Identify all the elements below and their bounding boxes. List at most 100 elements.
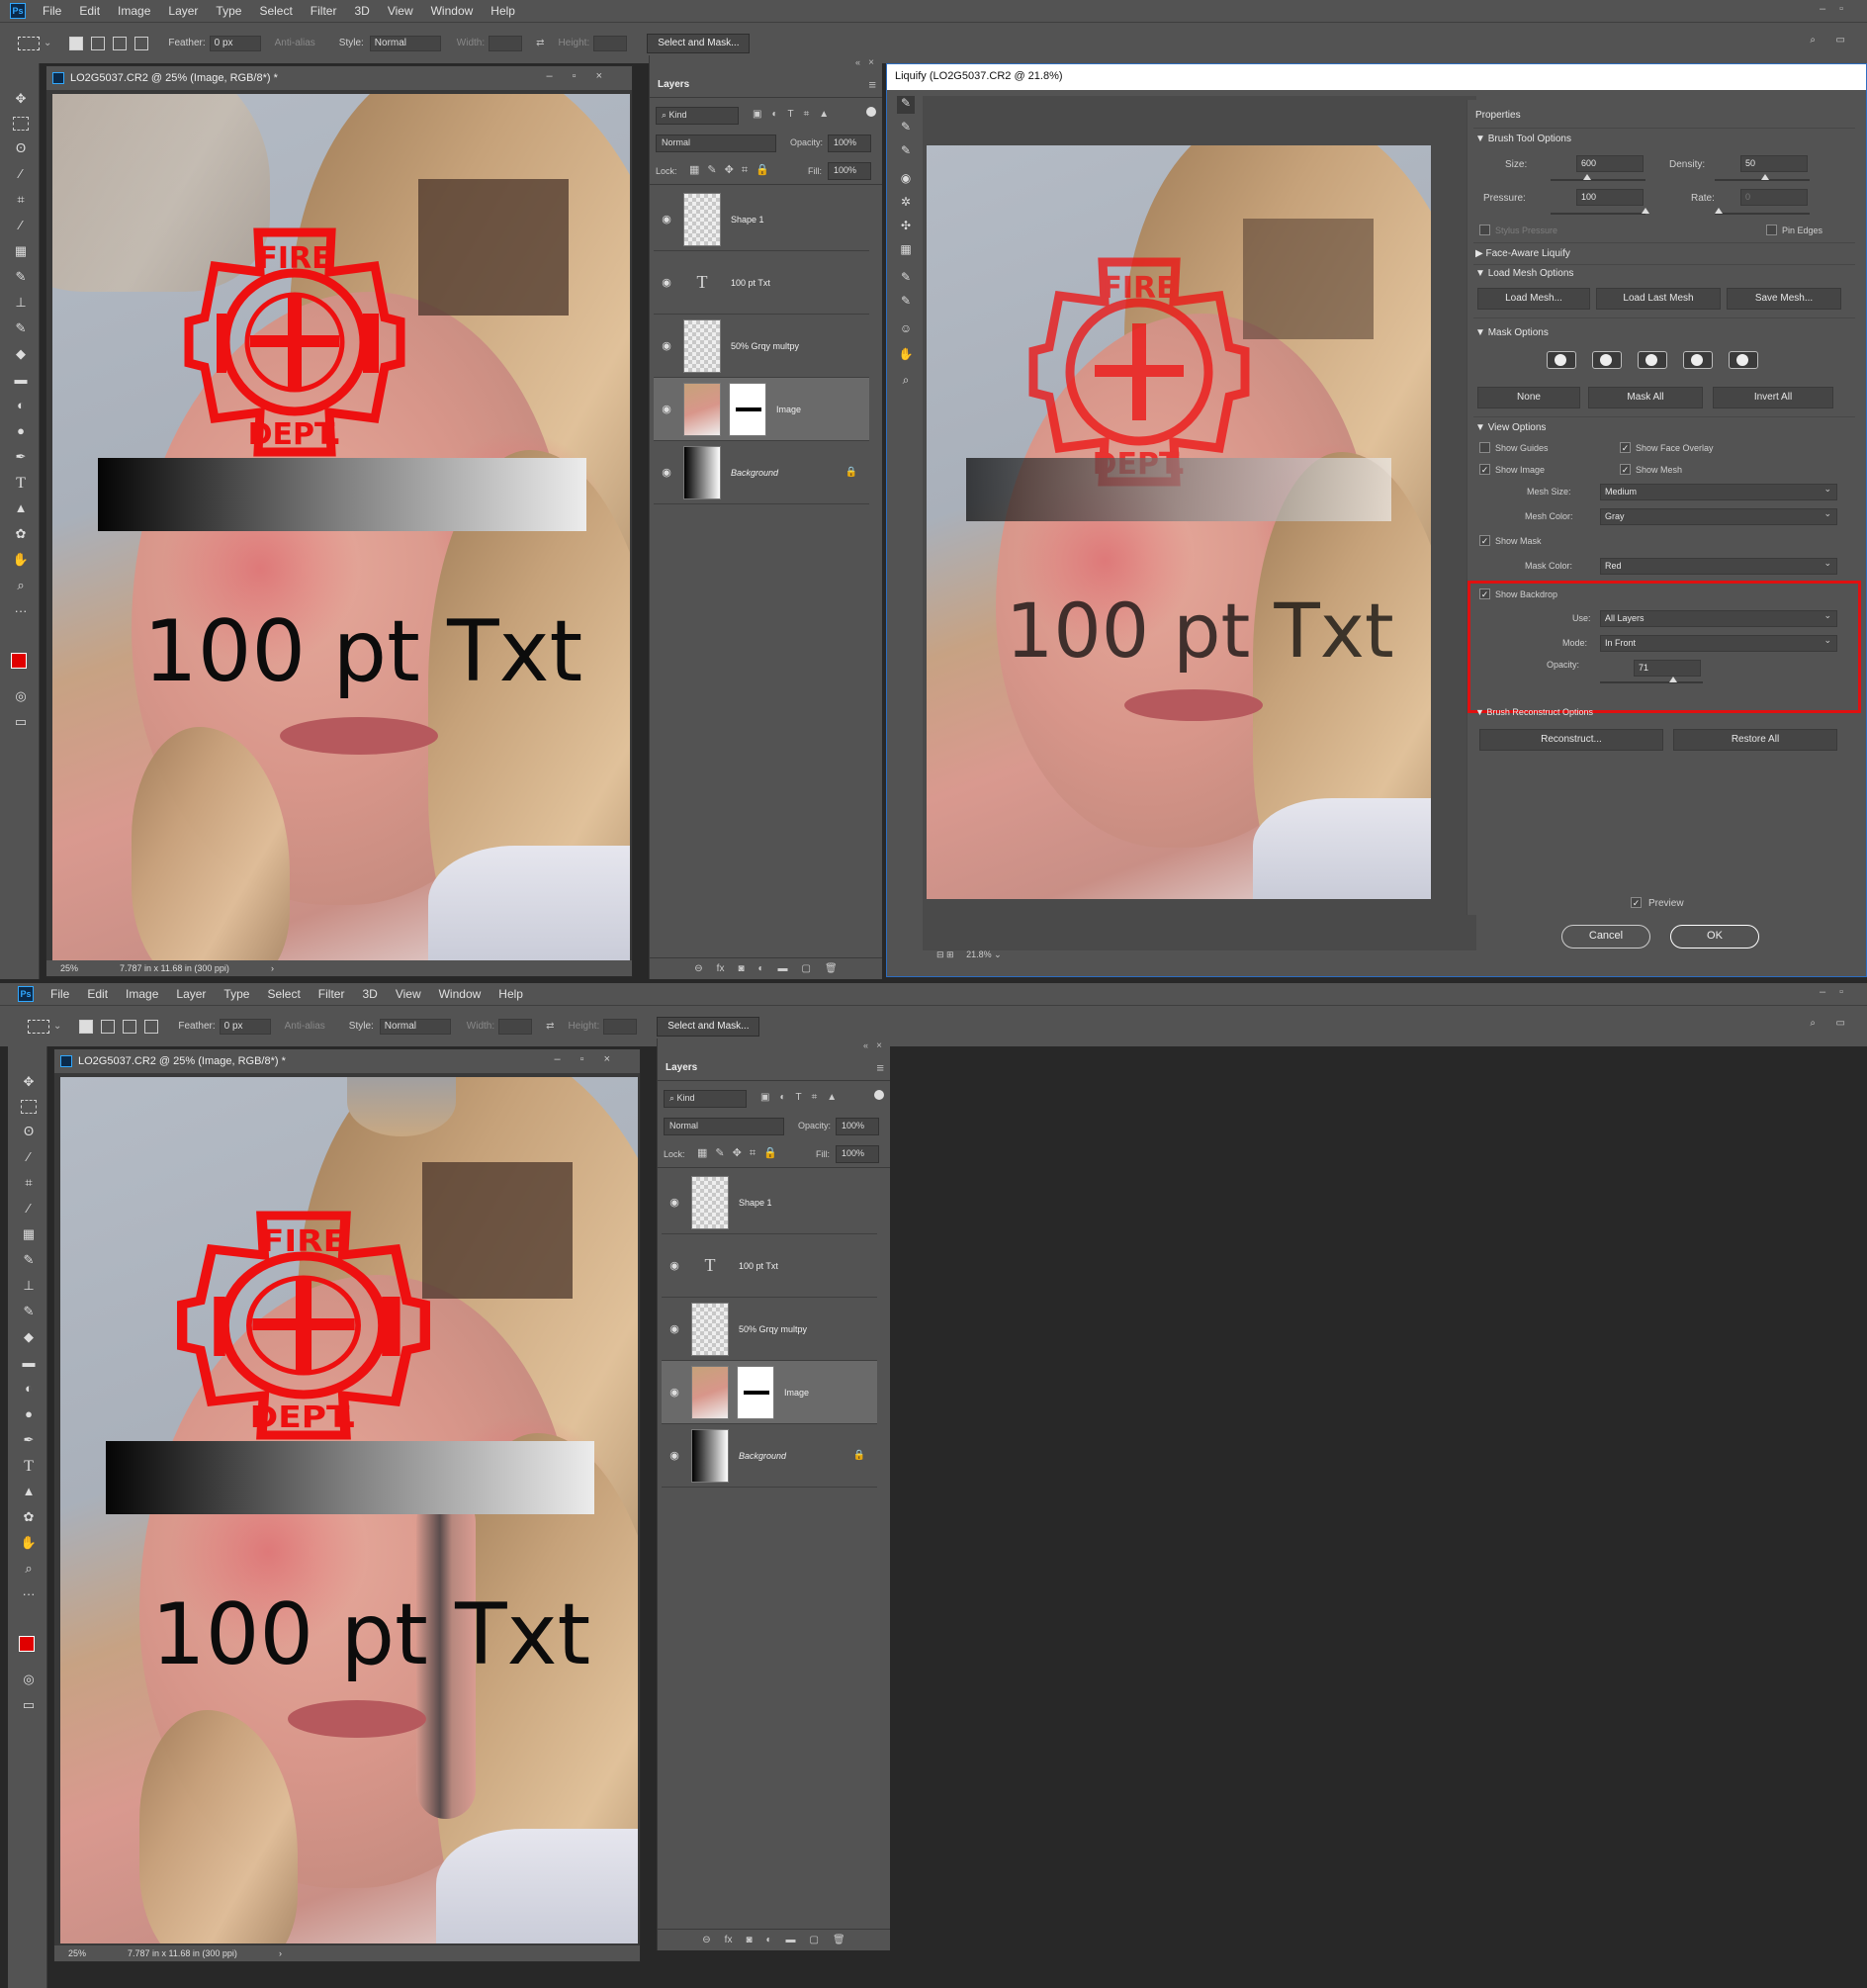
screen-mode-icon[interactable]: ▭ <box>10 714 32 734</box>
stamp-tool-icon[interactable]: ⊥ <box>10 295 32 315</box>
layer-text[interactable]: ◉ T 100 pt Txt <box>654 251 869 315</box>
backdrop-opacity-slider[interactable] <box>1600 677 1703 683</box>
swap-icon[interactable]: ⇄ <box>546 1021 554 1032</box>
add-selection-icon[interactable] <box>91 36 106 50</box>
add-mask-icon[interactable]: ◙ <box>738 963 744 974</box>
layer-gray-multiply[interactable]: ◉ 50% Grqy multpy <box>654 315 869 378</box>
gradient-tool-icon[interactable]: ▬ <box>18 1355 40 1375</box>
size-slider[interactable] <box>1551 174 1645 181</box>
window-controls[interactable]: –▫ <box>1820 986 1857 998</box>
shape-tool-icon[interactable]: ✿ <box>10 526 32 546</box>
move-tool-icon[interactable]: ✥ <box>18 1074 40 1094</box>
kind-filter[interactable]: ⌕ Kind <box>664 1090 747 1108</box>
load-last-mesh-button[interactable]: Load Last Mesh <box>1596 288 1721 310</box>
blur-tool-icon[interactable]: ◐ <box>10 398 32 417</box>
visibility-eye-icon[interactable]: ◉ <box>654 213 679 226</box>
brush-reconstruct-heading[interactable]: ▼ Brush Reconstruct Options <box>1475 707 1593 717</box>
menu-edit[interactable]: Edit <box>78 987 117 1001</box>
fill-input[interactable]: 100% <box>836 1145 879 1163</box>
liquify-preview-area[interactable]: FIRE DEPT. 100 pt Txt <box>923 96 1476 950</box>
restore-all-button[interactable]: Restore All <box>1673 729 1837 751</box>
pressure-input[interactable]: 100 <box>1576 189 1644 206</box>
path-select-icon[interactable]: ▲ <box>10 500 32 520</box>
group-icon[interactable]: ▬ <box>778 963 788 974</box>
style-select[interactable]: Normal <box>369 35 441 51</box>
document-tab[interactable]: LO2G5037.CR2 @ 25% (Image, RGB/8*) * –▫× <box>54 1049 640 1073</box>
menu-image[interactable]: Image <box>117 987 167 1001</box>
type-tool-icon[interactable]: T <box>10 475 32 495</box>
layer-gray-multiply[interactable]: ◉ 50% Grqy multpy <box>662 1298 877 1361</box>
menu-3d[interactable]: 3D <box>353 987 386 1001</box>
blend-mode-select[interactable]: Normal <box>656 135 776 152</box>
blur-tool-icon[interactable]: ◐ <box>18 1381 40 1401</box>
visibility-eye-icon[interactable]: ◉ <box>662 1196 687 1209</box>
add-mask-icon[interactable]: ◙ <box>746 1935 752 1945</box>
visibility-eye-icon[interactable]: ◉ <box>662 1386 687 1399</box>
add-selection-icon[interactable] <box>101 1019 116 1034</box>
forward-warp-icon[interactable]: ✎ <box>897 96 915 114</box>
status-arrow-icon[interactable]: › <box>271 963 274 973</box>
show-mask-checkbox[interactable]: ✓ <box>1479 535 1490 546</box>
load-mesh-button[interactable]: Load Mesh... <box>1477 288 1590 310</box>
search-icon[interactable]: ⌕ <box>1810 1018 1816 1029</box>
new-selection-icon[interactable] <box>79 1019 94 1034</box>
intersect-selection-icon[interactable] <box>134 36 149 50</box>
fx-icon[interactable]: fx <box>717 963 725 974</box>
foreground-color-swatch[interactable] <box>11 653 27 669</box>
menu-filter[interactable]: Filter <box>310 987 354 1001</box>
kind-filter[interactable]: ⌕ Kind <box>656 107 739 125</box>
liquify-preview-image[interactable]: FIRE DEPT. 100 pt Txt <box>927 145 1431 899</box>
eyedropper-tool-icon[interactable]: ⁄ <box>18 1201 40 1220</box>
group-icon[interactable]: ▬ <box>786 1935 796 1945</box>
dodge-tool-icon[interactable]: ● <box>18 1406 40 1426</box>
layer-shape-1[interactable]: ◉ Shape 1 <box>654 188 869 251</box>
layer-text[interactable]: ◉ T 100 pt Txt <box>662 1234 877 1298</box>
status-arrow-icon[interactable]: › <box>279 1948 282 1958</box>
thaw-mask-icon[interactable]: ✎ <box>897 294 915 312</box>
link-icon[interactable]: ⊖ <box>694 963 702 974</box>
visibility-eye-icon[interactable]: ◉ <box>654 403 679 415</box>
replace-selection-icon[interactable] <box>1547 351 1576 369</box>
adjustment-icon[interactable]: ◐ <box>758 963 764 974</box>
document-window-controls[interactable]: –▫× <box>555 1053 630 1065</box>
workspace-icon[interactable]: ▭ <box>1836 1018 1845 1029</box>
dodge-tool-icon[interactable]: ● <box>10 423 32 443</box>
hand-tool-icon[interactable]: ✋ <box>18 1535 40 1555</box>
visibility-eye-icon[interactable]: ◉ <box>654 466 679 479</box>
backdrop-use-select[interactable]: All Layers <box>1600 610 1837 627</box>
opacity-input[interactable]: 100% <box>828 135 871 152</box>
rate-slider[interactable] <box>1715 208 1810 215</box>
visibility-eye-icon[interactable]: ◉ <box>654 339 679 352</box>
show-face-overlay-checkbox[interactable]: ✓ <box>1620 442 1631 453</box>
density-input[interactable]: 50 <box>1740 155 1808 172</box>
style-select[interactable]: Normal <box>379 1018 451 1035</box>
panel-menu-icon[interactable]: ≡ <box>876 1060 884 1075</box>
stamp-tool-icon[interactable]: ⊥ <box>18 1278 40 1298</box>
rect-marquee-tool-icon[interactable] <box>13 117 29 131</box>
menu-image[interactable]: Image <box>109 4 159 18</box>
filter-icons[interactable]: ▣◐T⌗▲ <box>760 1092 846 1103</box>
magic-wand-tool-icon[interactable]: ⁄ <box>10 166 32 186</box>
layer-background[interactable]: ◉ Background 🔒 <box>662 1424 877 1488</box>
layer-image[interactable]: ◉ Image <box>662 1361 877 1424</box>
mask-none-button[interactable]: None <box>1477 387 1580 408</box>
zoom-tool-icon[interactable]: ⌕ <box>10 578 32 597</box>
layer-image[interactable]: ◉ Image <box>654 378 869 441</box>
show-backdrop-checkbox[interactable]: ✓ <box>1479 588 1490 599</box>
filter-toggle-icon[interactable] <box>866 107 876 117</box>
adjustment-icon[interactable]: ◐ <box>766 1935 772 1945</box>
bloat-tool-icon[interactable]: ✣ <box>897 219 915 236</box>
width-input[interactable] <box>489 35 523 51</box>
freeze-mask-icon[interactable]: ✎ <box>897 270 915 288</box>
zoom-readout[interactable]: 25% <box>68 1948 86 1958</box>
history-brush-icon[interactable]: ✎ <box>10 320 32 340</box>
blend-mode-select[interactable]: Normal <box>664 1118 784 1135</box>
history-brush-icon[interactable]: ✎ <box>18 1304 40 1323</box>
path-select-icon[interactable]: ▲ <box>18 1484 40 1503</box>
new-layer-icon[interactable]: ▢ <box>802 963 811 974</box>
screen-mode-icon[interactable]: ▭ <box>18 1697 40 1717</box>
collapse-panel-icon[interactable]: « <box>855 57 860 67</box>
swap-icon[interactable]: ⇄ <box>536 38 544 48</box>
layer-mask-thumbnail[interactable] <box>729 382 766 436</box>
cancel-button[interactable]: Cancel <box>1561 925 1650 949</box>
